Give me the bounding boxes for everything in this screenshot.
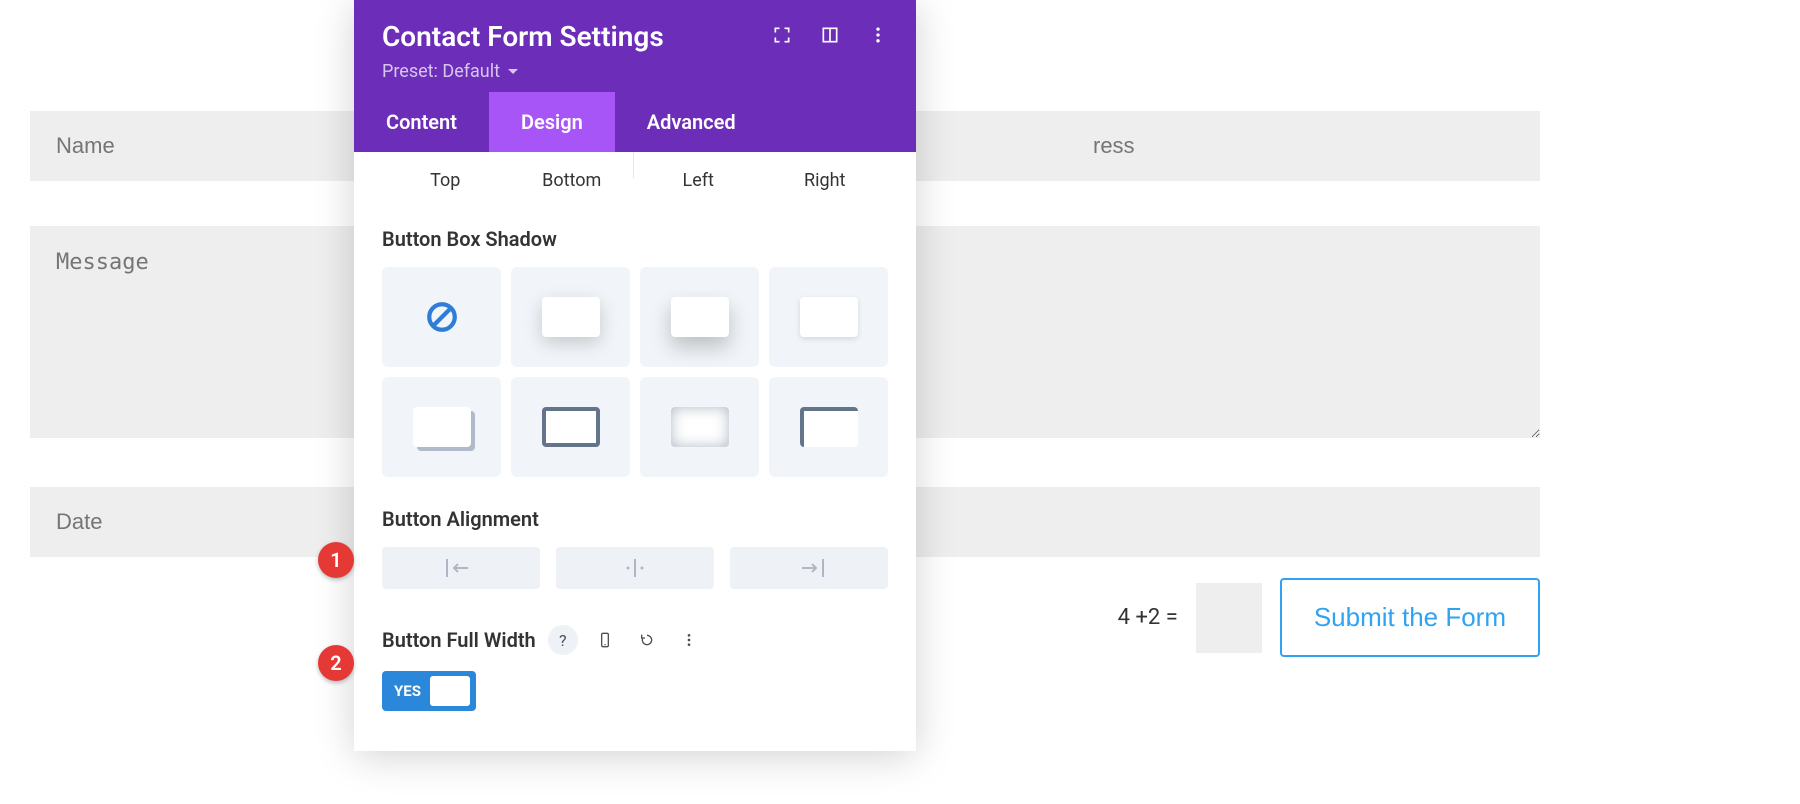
- settings-panel: Contact Form Settings Preset: Default Co…: [354, 0, 916, 751]
- alignment-row: [382, 547, 888, 589]
- none-icon: [425, 300, 459, 334]
- shadow-option-6[interactable]: [511, 377, 630, 477]
- shadow-option-8[interactable]: [769, 377, 888, 477]
- align-left-button[interactable]: [382, 547, 540, 589]
- spacing-label-top: Top: [382, 170, 509, 191]
- align-left-icon: [446, 559, 476, 577]
- toggle-knob: [430, 676, 470, 706]
- box-shadow-grid: [382, 267, 888, 477]
- preset-selector[interactable]: Preset: Default: [382, 61, 888, 82]
- reset-icon[interactable]: [632, 625, 662, 655]
- captcha-input[interactable]: [1196, 583, 1262, 653]
- shadow-option-7[interactable]: [640, 377, 759, 477]
- captcha-label: 4 +2 =: [1118, 605, 1178, 630]
- panel-tabs: Content Design Advanced: [354, 92, 916, 152]
- spacing-label-right: Right: [762, 170, 889, 191]
- align-right-button[interactable]: [730, 547, 888, 589]
- section-box-shadow-title: Button Box Shadow: [382, 227, 888, 251]
- shadow-option-3[interactable]: [640, 267, 759, 367]
- shadow-option-2[interactable]: [511, 267, 630, 367]
- align-center-button[interactable]: [556, 547, 714, 589]
- spacing-labels-row: Top Bottom Left Right: [382, 152, 888, 217]
- shadow-option-5[interactable]: [382, 377, 501, 477]
- tab-content[interactable]: Content: [354, 92, 489, 152]
- section-full-width-title: Button Full Width: [382, 628, 536, 652]
- spacing-label-bottom: Bottom: [509, 170, 636, 191]
- panel-title: Contact Form Settings: [382, 20, 664, 53]
- tab-advanced[interactable]: Advanced: [615, 92, 768, 152]
- expand-icon[interactable]: [772, 25, 792, 49]
- toggle-label: YES: [394, 682, 421, 700]
- callout-badge-2: 2: [318, 645, 354, 681]
- section-alignment-title: Button Alignment: [382, 507, 888, 531]
- align-center-icon: [620, 559, 650, 577]
- preset-label: Preset: Default: [382, 61, 500, 82]
- callout-badge-1: 1: [318, 542, 354, 578]
- align-right-icon: [794, 559, 824, 577]
- options-icon[interactable]: [674, 625, 704, 655]
- help-icon[interactable]: ?: [548, 625, 578, 655]
- shadow-option-4[interactable]: [769, 267, 888, 367]
- full-width-toggle[interactable]: YES: [382, 671, 476, 711]
- more-icon[interactable]: [868, 25, 888, 49]
- columns-icon[interactable]: [820, 25, 840, 49]
- shadow-option-none[interactable]: [382, 267, 501, 367]
- tab-design[interactable]: Design: [489, 92, 615, 152]
- chevron-down-icon: [508, 67, 518, 77]
- submit-button[interactable]: Submit the Form: [1280, 578, 1540, 657]
- spacing-label-left: Left: [635, 170, 762, 191]
- responsive-icon[interactable]: [590, 625, 620, 655]
